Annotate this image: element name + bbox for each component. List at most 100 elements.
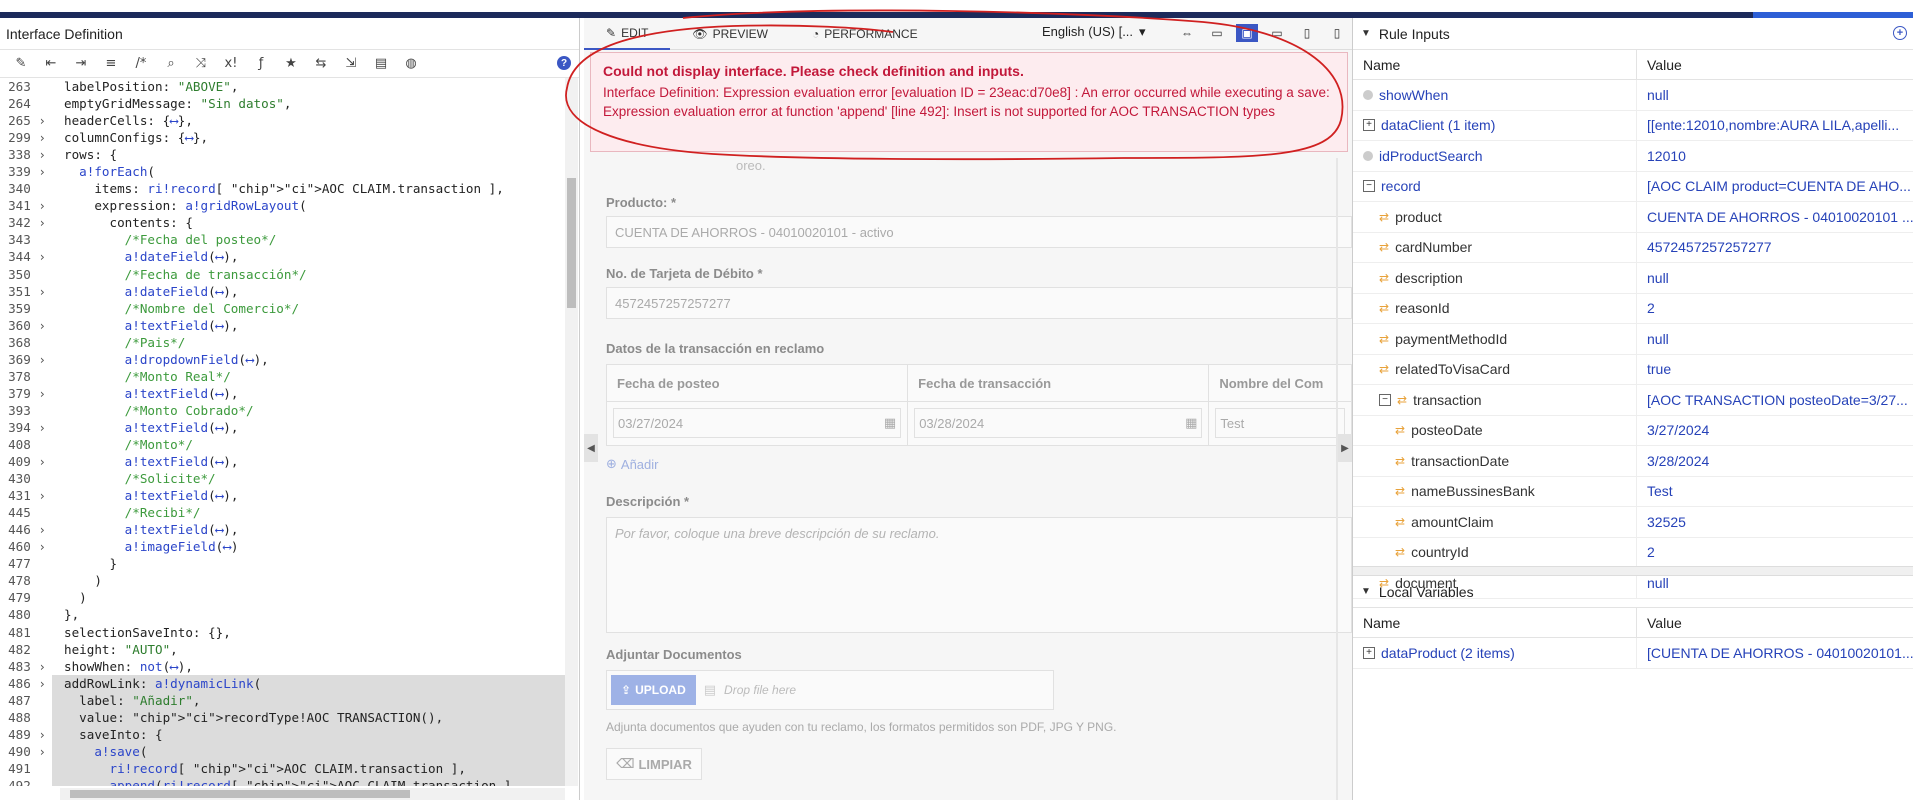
code-line[interactable]: 368 /*Pais*/ [0, 333, 565, 351]
upload-button[interactable]: ⇪ UPLOAD [611, 675, 696, 705]
table-row[interactable]: ⇄ amountClaim 32525 [1353, 507, 1913, 538]
table-row[interactable]: − record [AOC CLAIM product=CUENTA DE AHO.… [1353, 171, 1913, 202]
code-line[interactable]: 482 height: "AUTO", [0, 640, 565, 658]
vertical-scrollbar[interactable] [565, 78, 578, 786]
collapse-triangle-icon[interactable]: ▼ [1361, 586, 1371, 597]
table-row[interactable]: ⇄ posteoDate 3/27/2024 [1353, 415, 1913, 446]
code-line[interactable]: 344 › a!dateField(⟷), [0, 248, 565, 266]
desktop-icon[interactable]: ▭ [1206, 24, 1228, 42]
code-line[interactable]: 478 ) [0, 572, 565, 590]
text-field[interactable]: Test [1215, 408, 1345, 438]
table-row[interactable]: ⇄ reasonId 2 [1353, 293, 1913, 324]
code-line[interactable]: 488 value: "chip">"ci">recordType!AOC TR… [0, 708, 565, 726]
code-line[interactable]: 351 › a!dateField(⟷), [0, 282, 565, 300]
code-line[interactable]: 359 /*Nombre del Comercio*/ [0, 299, 565, 317]
table-row[interactable]: + dataProduct (2 items) [CUENTA DE AHORROS… [1353, 638, 1913, 669]
wand-icon[interactable]: ✎ [12, 55, 30, 73]
tab-preview[interactable]: 👁 PREVIEW [670, 18, 790, 50]
description-textarea[interactable]: Por favor, coloque una breve descripción… [606, 517, 1352, 633]
list-icon[interactable]: ≡ [102, 55, 120, 73]
table-row[interactable]: − ⇄ transaction [AOC TRANSACTION posteoDate… [1353, 385, 1913, 416]
indent-icon[interactable]: ⇥ [72, 55, 90, 73]
comment-icon[interactable]: /* [132, 55, 150, 73]
local-variables-header[interactable]: ▼ Local Variables [1353, 576, 1913, 608]
code-line[interactable]: 339 › a!forEach( [0, 163, 565, 181]
table-row[interactable]: ⇄ nameBussinesBank Test [1353, 476, 1913, 507]
code-line[interactable]: 460 › a!imageField(⟷) [0, 538, 565, 556]
card-field[interactable]: 4572457257257277 [606, 287, 1352, 319]
outdent-icon[interactable]: ⇤ [42, 55, 60, 73]
table-row[interactable]: idProductSearch 12010 [1353, 141, 1913, 172]
code-line[interactable]: 264 emptyGridMessage: "Sin datos", [0, 95, 565, 113]
code-line[interactable]: 430 /*Solicite*/ [0, 470, 565, 488]
table-row[interactable]: ⇄ transactionDate 3/28/2024 [1353, 446, 1913, 477]
table-row[interactable]: showWhen null [1353, 80, 1913, 111]
collapse-right-icon[interactable]: ▶ [1338, 434, 1352, 462]
table-row[interactable]: ⇄ product CUENTA DE AHORROS - 04010020101 … [1353, 202, 1913, 233]
star-icon[interactable]: ★ [282, 55, 300, 73]
code-line[interactable]: 409 › a!textField(⟷), [0, 453, 565, 471]
fit-width-icon[interactable]: ⇔ [1176, 24, 1198, 42]
code-line[interactable]: 431 › a!textField(⟷), [0, 487, 565, 505]
rule-inputs-header[interactable]: ▼ Rule Inputs + [1353, 18, 1913, 50]
collapse-left-icon[interactable]: ◀ [584, 434, 598, 462]
code-line[interactable]: 350 /*Fecha de transacción*/ [0, 265, 565, 283]
x-function-icon[interactable]: x! [222, 55, 240, 73]
code-line[interactable]: 342 › contents: { [0, 214, 565, 232]
code-line[interactable]: 360 › a!textField(⟷), [0, 316, 565, 334]
date-field[interactable]: 03/28/2024 ▦ [914, 408, 1203, 438]
calendar-icon[interactable]: ▦ [884, 415, 896, 431]
tab-edit[interactable]: ✎ EDIT [584, 18, 671, 50]
code-line[interactable]: 480 }, [0, 606, 565, 624]
code-line[interactable]: 490 › a!save( [0, 742, 565, 760]
code-line[interactable]: 340 items: ri!record[ "chip">"ci">AOC CL… [0, 180, 565, 198]
shuffle-icon[interactable]: ⤨ [192, 55, 210, 73]
code-line[interactable]: 378 /*Monto Real*/ [0, 367, 565, 385]
export-icon[interactable]: ⇲ [342, 55, 360, 73]
table-row[interactable]: + dataClient (1 item) [[ente:12010,nombre:… [1353, 110, 1913, 141]
globe-icon[interactable]: ◍ [402, 55, 420, 73]
code-line[interactable]: 263 labelPosition: "ABOVE", [0, 78, 565, 96]
calendar-icon[interactable]: ▦ [1185, 415, 1197, 431]
code-line[interactable]: 393 /*Monto Cobrado*/ [0, 401, 565, 419]
format-icon[interactable]: ⇆ [312, 55, 330, 73]
tablet-icon[interactable]: ▯ [1296, 24, 1318, 42]
expand-icon[interactable]: + [1363, 119, 1375, 132]
producto-field[interactable]: CUENTA DE AHORROS - 04010020101 - activo [606, 216, 1352, 248]
code-line[interactable]: 483 › showWhen: not(⟷), [0, 657, 565, 675]
code-line[interactable]: 408 /*Monto*/ [0, 435, 565, 454]
code-line[interactable]: 379 › a!textField(⟷), [0, 384, 565, 402]
table-row[interactable]: ⇄ description null [1353, 263, 1913, 294]
table-row[interactable]: ⇄ paymentMethodId null [1353, 324, 1913, 355]
horizontal-scrollbar[interactable] [60, 788, 565, 800]
code-line[interactable]: 477 } [0, 555, 565, 573]
code-line[interactable]: 446 › a!textField(⟷), [0, 521, 565, 539]
search-icon[interactable]: ⌕ [162, 55, 180, 73]
code-line[interactable]: 487 label: "Añadir", [0, 691, 565, 709]
collapse-icon[interactable]: − [1379, 393, 1391, 406]
code-line[interactable]: 338 › rows: { [0, 146, 565, 164]
save-icon[interactable]: ▤ [372, 55, 390, 73]
code-line[interactable]: 445 /*Recibi*/ [0, 504, 565, 522]
expand-icon[interactable]: + [1363, 646, 1375, 659]
expression-editor[interactable]: 263 labelPosition: "ABOVE", 264 emptyGrid… [0, 78, 565, 786]
code-line[interactable]: 343 /*Fecha del posteo*/ [0, 231, 565, 249]
laptop-icon[interactable]: ▭ [1266, 24, 1288, 42]
code-line[interactable]: 491 ri!record[ "chip">"ci">AOC CLAIM.tra… [0, 759, 565, 777]
code-line[interactable]: 486 › addRowLink: a!dynamicLink( [0, 674, 565, 692]
table-row[interactable]: ⇄ relatedToVisaCard true [1353, 354, 1913, 385]
clear-button[interactable]: ⌫ LIMPIAR [606, 748, 702, 780]
scroll-thumb[interactable] [70, 790, 410, 798]
table-row[interactable]: ⇄ cardNumber 4572457257257277 [1353, 232, 1913, 263]
code-line[interactable]: 492 append(ri!record[ "chip">"ci">AOC CL… [0, 776, 565, 786]
code-line[interactable]: 369 › a!dropdownField(⟷), [0, 350, 565, 368]
code-line[interactable]: 341 › expression: a!gridRowLayout( [0, 197, 565, 215]
code-line[interactable]: 479 ) [0, 589, 565, 607]
add-input-icon[interactable]: + [1893, 26, 1907, 40]
date-field[interactable]: 03/27/2024 ▦ [613, 408, 902, 438]
fx-icon[interactable]: ƒ [252, 55, 270, 73]
phone-icon[interactable]: ▯ [1326, 24, 1348, 42]
code-line[interactable]: 481 selectionSaveInto: {}, [0, 623, 565, 641]
help-icon[interactable]: ? [557, 56, 571, 70]
code-line[interactable]: 489 › saveInto: { [0, 725, 565, 743]
